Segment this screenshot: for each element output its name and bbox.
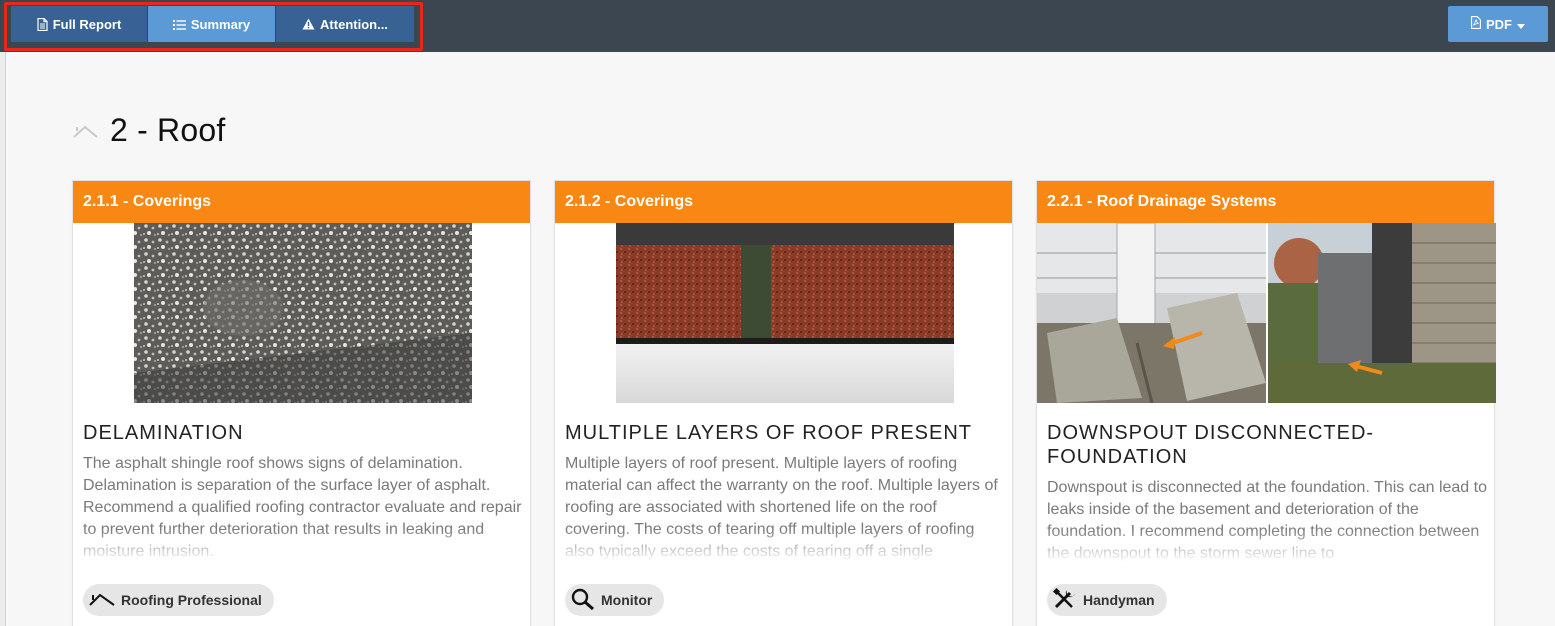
tabs-highlight-frame [4,2,423,51]
defect-card-downspout: 2.2.1 - Roof Drainage Systems DOWNSPOUT … [1036,180,1496,626]
card-description: Downspout is disconnected at the foundat… [1047,477,1487,563]
description-fade [1047,529,1487,563]
description-fade [83,529,523,563]
tools-icon [1052,587,1077,613]
card-photo[interactable] [73,223,530,403]
card-photo[interactable] [555,223,1012,403]
pdf-label: PDF [1486,16,1512,32]
card-description: Multiple layers of roof present. Multipl… [565,453,1005,563]
left-scroll-strip [0,52,6,626]
card-description: The asphalt shingle roof shows signs of … [83,453,523,563]
card-title: MULTIPLE LAYERS OF ROOF PRESENT [565,422,972,444]
pdf-file-icon [1471,16,1481,32]
section-heading: 2 - Roof [72,112,225,149]
pdf-dropdown-button[interactable]: PDF [1448,6,1548,42]
defect-card-delamination: 2.1.1 - Coverings DELAMINATION The aspha… [72,180,531,626]
badge-label: Roofing Professional [121,592,262,608]
card-header[interactable]: 2.1.1 - Coverings [73,181,530,223]
description-fade [565,529,1005,563]
category-badge[interactable]: Roofing Professional [83,584,274,616]
roof-icon [89,591,115,610]
roof-collapse-icon[interactable] [72,121,100,141]
badge-label: Handyman [1083,592,1155,608]
card-title: DELAMINATION [83,422,244,444]
category-badge[interactable]: Handyman [1047,584,1167,616]
badge-label: Monitor [601,592,653,608]
category-badge[interactable]: Monitor [565,584,665,616]
caret-down-icon [1517,17,1525,32]
card-header[interactable]: 2.1.2 - Coverings [555,181,1012,223]
card-header[interactable]: 2.2.1 - Roof Drainage Systems [1037,181,1494,223]
card-title: DOWNSPOUT DISCONNECTED-FOUNDATION [1047,422,1375,468]
section-title: 2 - Roof [110,112,226,148]
card-photos[interactable] [1037,222,1496,404]
defect-card-multiple-layers: 2.1.2 - Coverings MULTIPLE LAYERS OF ROO… [554,180,1013,626]
magnifier-icon [571,588,595,613]
